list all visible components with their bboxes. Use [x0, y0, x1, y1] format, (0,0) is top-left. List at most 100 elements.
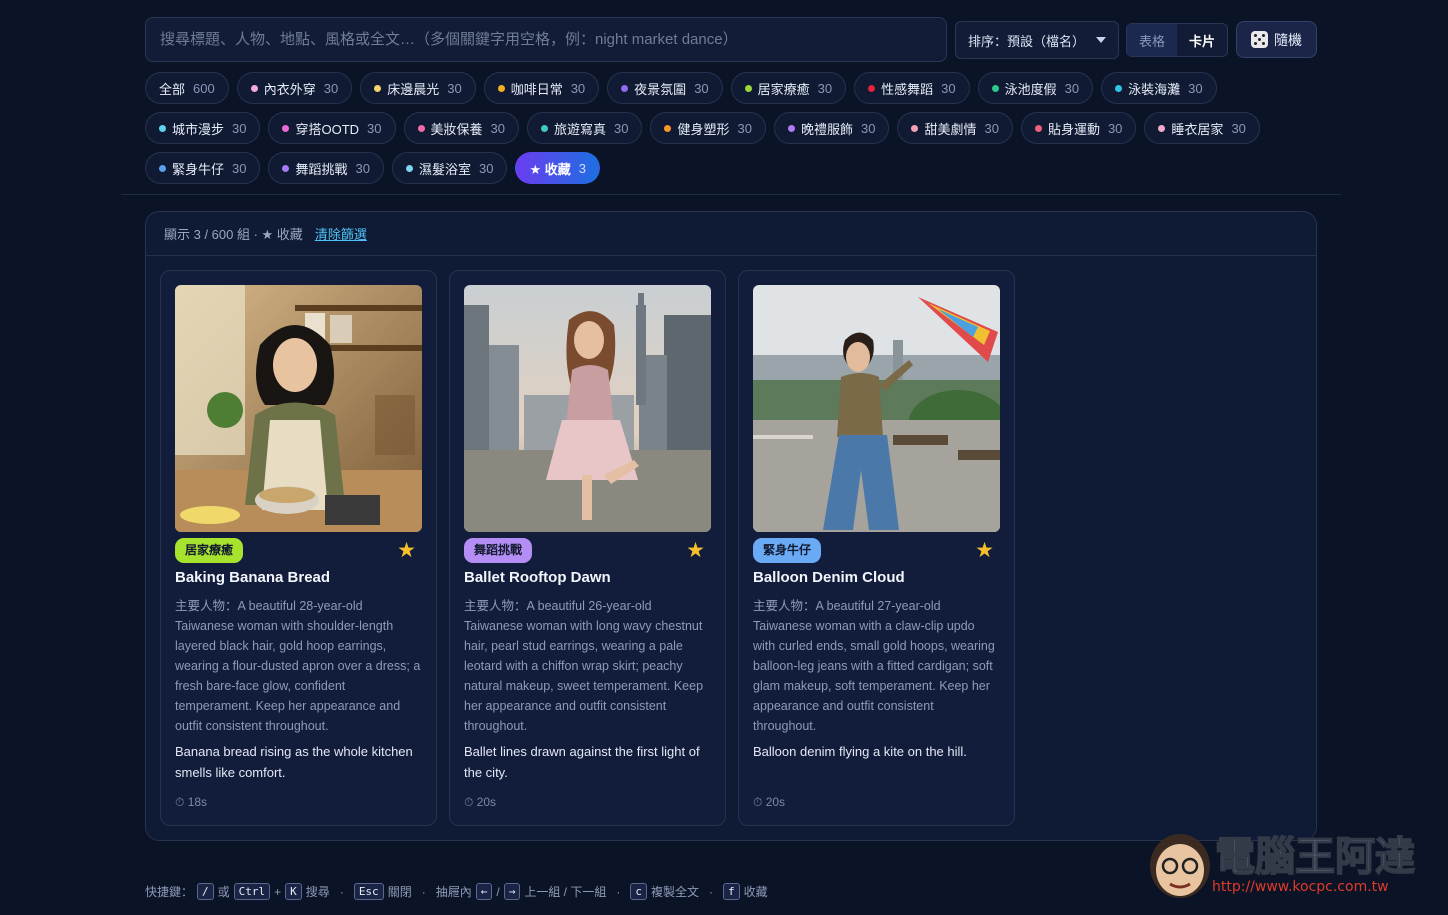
- chip-label: 貼身運動: [1047, 121, 1100, 137]
- results-header: 顯示 3 / 600 組 · ★ 收藏 清除篩選: [146, 212, 1316, 256]
- star-icon[interactable]: ★: [686, 538, 705, 563]
- separator: ·: [708, 884, 713, 899]
- category-dot-icon: [417, 124, 425, 132]
- sort-select[interactable]: 排序：預設（檔名）: [955, 21, 1119, 59]
- card-photo-ballet[interactable]: [464, 285, 711, 532]
- watermark-logo: 電腦王阿達 http://www.kocpc.com.tw: [1140, 818, 1440, 908]
- category-chip[interactable]: 內衣外穿 30: [236, 72, 353, 104]
- category-chip[interactable]: 咖啡日常 30: [483, 72, 600, 104]
- prompt-card[interactable]: 舞蹈挑戰 ★ Ballet Rooftop Dawn 主要人物：A beauti…: [449, 270, 726, 826]
- shortcut-close: 關閉: [387, 885, 412, 899]
- chip-count: 600: [193, 80, 215, 96]
- category-chip[interactable]: 泳裝海灘 30: [1101, 72, 1217, 104]
- category-chip[interactable]: 居家療癒 30: [730, 72, 847, 104]
- separator: ·: [421, 884, 426, 899]
- shortcut-plus: +: [274, 884, 282, 899]
- chip-label: 內衣外穿: [263, 81, 316, 97]
- chip-label: 城市漫步: [172, 121, 225, 137]
- view-table-button[interactable]: 表格: [1127, 24, 1177, 56]
- chip-count: 30: [1107, 120, 1123, 136]
- chip-label: 睡衣居家: [1171, 121, 1224, 137]
- category-chip[interactable]: 甜美劇情 30: [897, 112, 1013, 144]
- shortcut-drawer: 抽屜內: [435, 885, 472, 899]
- category-dot-icon: [1158, 124, 1166, 132]
- category-chip[interactable]: 全部 600: [145, 72, 229, 104]
- shortcut-slash: /: [496, 884, 500, 899]
- card-tag-row: 居家療癒 ★: [175, 538, 422, 564]
- chip-label: 性感舞蹈: [881, 81, 934, 97]
- random-button[interactable]: 隨機: [1236, 21, 1317, 58]
- category-dot-icon: [541, 124, 548, 132]
- chip-count: 30: [355, 160, 370, 176]
- chip-label: 緊身牛仔: [172, 161, 225, 177]
- star-icon[interactable]: ★: [397, 538, 416, 563]
- view-card-button[interactable]: 卡片: [1177, 24, 1227, 56]
- chip-label: 咖啡日常: [510, 81, 563, 97]
- chip-count: 3: [578, 160, 586, 176]
- category-chip[interactable]: 穿搭OOTD 30: [268, 112, 396, 144]
- category-dot-icon: [159, 164, 166, 172]
- svg-text:電腦王阿達: 電腦王阿達: [1215, 834, 1415, 880]
- chip-count: 30: [323, 80, 339, 96]
- category-chip[interactable]: 夜景氛圍 30: [607, 72, 723, 104]
- chip-row: 緊身牛仔 30 舞蹈挑戰 30 濕髮浴室 30 ★ 收藏 3: [145, 152, 1225, 184]
- category-chip[interactable]: 床邊晨光 30: [360, 72, 476, 104]
- category-dot-icon: [282, 164, 290, 172]
- star-icon[interactable]: ★: [975, 538, 994, 563]
- view-toggle: 表格 卡片: [1126, 23, 1228, 57]
- category-dot-icon: [159, 124, 166, 132]
- key-left: ←: [475, 883, 493, 900]
- search-input[interactable]: [145, 17, 947, 62]
- shortcut-prevnext: 上一組 / 下一組: [524, 885, 607, 899]
- card-grid: 居家療癒 ★ Baking Banana Bread 主要人物：A beauti…: [160, 270, 1015, 826]
- category-dot-icon: [744, 84, 752, 92]
- category-chip[interactable]: 緊身牛仔 30: [145, 152, 261, 184]
- category-dot-icon: [911, 124, 919, 132]
- category-chip[interactable]: ★ 收藏 3: [515, 152, 600, 184]
- prompt-card[interactable]: 居家療癒 ★ Baking Banana Bread 主要人物：A beauti…: [160, 270, 437, 826]
- chip-count: 30: [478, 160, 494, 176]
- key-f: f: [722, 883, 740, 900]
- category-chip[interactable]: 濕髮浴室 30: [391, 152, 508, 184]
- key-right: →: [503, 883, 521, 900]
- chip-count: 30: [490, 120, 505, 136]
- clear-filter-link[interactable]: 清除篩選: [315, 224, 367, 243]
- category-chip[interactable]: 晚禮服飾 30: [773, 112, 890, 144]
- card-photo-denim[interactable]: [753, 285, 1000, 532]
- category-chip[interactable]: 貼身運動 30: [1020, 112, 1137, 144]
- category-chip[interactable]: 泳池度假 30: [977, 72, 1094, 104]
- top-toolbar: 排序：預設（檔名） 表格 卡片 隨機: [145, 17, 1317, 62]
- category-chip[interactable]: 美妝保養 30: [403, 112, 519, 144]
- category-chip[interactable]: 性感舞蹈 30: [854, 72, 970, 104]
- category-badge: 舞蹈挑戰: [464, 538, 533, 563]
- key-k: K: [285, 883, 302, 900]
- chip-count: 30: [232, 160, 247, 176]
- chip-label: 晚禮服飾: [800, 121, 853, 137]
- card-description: 主要人物：A beautiful 26-year-old Taiwanese w…: [464, 599, 704, 733]
- category-filter: 全部 600 內衣外穿 30 床邊晨光 30 咖啡日常 30 夜景氛圍 30 居家療癒 30 性感舞蹈 3…: [145, 72, 1260, 192]
- key-c: c: [630, 883, 647, 900]
- category-chip[interactable]: 睡衣居家 30: [1144, 112, 1260, 144]
- chevron-down-icon: [1096, 37, 1106, 43]
- results-status: 顯示 3 / 600 組 · ★ 收藏: [164, 227, 303, 242]
- category-chip[interactable]: 城市漫步 30: [145, 112, 261, 144]
- card-photo-baking[interactable]: [175, 285, 422, 532]
- category-chip[interactable]: 健身塑形 30: [650, 112, 766, 144]
- key-ctrl: Ctrl: [233, 883, 271, 900]
- category-dot-icon: [1034, 124, 1042, 132]
- card-tag-row: 舞蹈挑戰 ★: [464, 538, 711, 564]
- chip-label: 甜美劇情: [924, 121, 977, 137]
- card-title: Baking Banana Bread: [175, 569, 331, 586]
- category-dot-icon: [868, 84, 876, 92]
- chip-label: 泳池度假: [1004, 81, 1057, 97]
- chip-count: 30: [447, 80, 462, 96]
- category-chip[interactable]: 旅遊寫真 30: [527, 112, 643, 144]
- shortcut-search: 搜尋: [305, 885, 330, 899]
- sort-label: 排序：預設（檔名）: [968, 33, 1086, 49]
- prompt-card[interactable]: 緊身牛仔 ★ Balloon Denim Cloud 主要人物：A beauti…: [738, 270, 1015, 826]
- category-chip[interactable]: 舞蹈挑戰 30: [268, 152, 384, 184]
- card-description: 主要人物：A beautiful 28-year-old Taiwanese w…: [175, 599, 421, 733]
- chip-count: 30: [694, 80, 709, 96]
- chip-row: 全部 600 內衣外穿 30 床邊晨光 30 咖啡日常 30 夜景氛圍 30 居家療癒 30 性感舞蹈 3…: [145, 72, 1225, 104]
- card-description: 主要人物：A beautiful 27-year-old Taiwanese w…: [753, 599, 995, 733]
